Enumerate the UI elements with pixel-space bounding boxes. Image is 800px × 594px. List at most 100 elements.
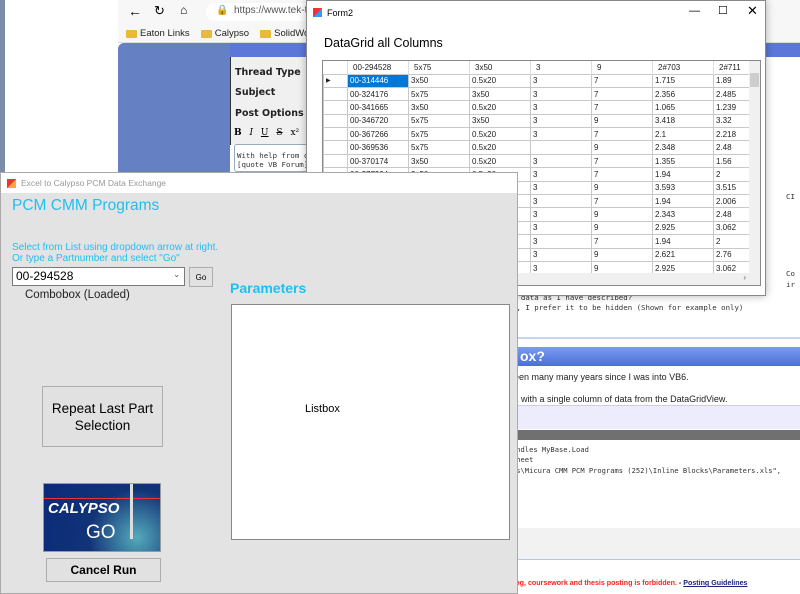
table-cell[interactable]: 3 [530,86,592,102]
table-cell[interactable]: 3.515 [713,180,752,196]
table-cell[interactable]: 2.356 [652,86,714,102]
close-icon[interactable]: ✕ [747,3,758,19]
table-cell[interactable]: 5x75 [408,140,470,155]
table-cell[interactable]: 7 [591,100,653,115]
row-header[interactable] [323,113,348,129]
back-icon[interactable]: ← [128,3,142,19]
table-cell[interactable]: 2.48 [713,207,752,222]
table-cell[interactable]: 7 [591,234,653,249]
home-icon[interactable]: ⌂ [180,3,187,17]
post-editor[interactable]: With help from c [quote VB Forum] [234,144,314,172]
table-cell[interactable]: 9 [591,220,653,236]
table-cell[interactable]: 3 [530,113,592,129]
column-header[interactable]: 3 [530,61,592,74]
table-cell[interactable]: 9 [591,140,653,155]
table-cell[interactable]: 1.94 [652,194,714,209]
table-cell[interactable]: 9 [591,113,653,129]
table-cell[interactable]: 3x50 [408,100,470,115]
vertical-scrollbar[interactable] [749,61,760,274]
table-cell[interactable]: 1.355 [652,153,714,169]
table-cell[interactable]: 9 [591,180,653,196]
column-header[interactable]: 9 [591,61,653,74]
table-cell[interactable]: 0.5x20 [469,127,531,142]
table-cell[interactable]: 7 [591,194,653,209]
column-header[interactable]: 5x75 [408,61,470,74]
table-cell[interactable]: 3 [530,247,592,262]
table-cell[interactable]: 7 [591,73,653,88]
table-cell[interactable]: 2.485 [713,86,752,102]
table-cell[interactable]: 1.94 [652,167,714,182]
strike-button[interactable]: S [276,128,282,138]
table-row[interactable]: 00-370174 3x50 0.5x20 3 7 1.355 1.56 [323,153,752,169]
bookmark[interactable]: Eaton Links [126,24,190,43]
table-row[interactable]: 00-324176 5x75 3x50 3 7 2.356 2.485 [323,86,752,102]
table-cell[interactable]: 2.48 [713,140,752,155]
table-cell[interactable]: 3x50 [408,73,470,88]
table-cell[interactable]: 3 [530,73,592,88]
column-header[interactable]: 2#711 [713,61,752,74]
parameters-listbox[interactable]: Listbox [231,304,510,540]
table-cell[interactable]: 3 [530,194,592,209]
table-cell[interactable]: 3.062 [713,220,752,236]
table-cell[interactable]: 2 [713,167,752,182]
table-cell[interactable]: 1.89 [713,73,752,88]
partnumber-combobox[interactable]: 00-294528 ⌄ [12,267,185,286]
table-cell[interactable]: 3 [530,207,592,222]
table-cell[interactable]: 0.5x20 [469,140,531,155]
table-cell[interactable]: 2.1 [652,127,714,142]
table-row[interactable]: ▶ 00-314446 3x50 0.5x20 3 7 1.715 1.89 [323,73,752,88]
table-cell[interactable]: 0.5x20 [469,100,531,115]
table-cell[interactable]: 5x75 [408,86,470,102]
table-cell[interactable]: 2.343 [652,207,714,222]
bookmark[interactable]: Calypso [200,24,249,43]
table-cell[interactable]: 2.76 [713,247,752,262]
table-cell[interactable]: 9 [591,247,653,262]
table-cell[interactable]: 7 [591,153,653,169]
table-cell[interactable]: 3.32 [713,113,752,129]
maximize-icon[interactable]: ☐ [718,4,728,17]
table-cell[interactable]: 2.006 [713,194,752,209]
table-cell[interactable]: 3 [530,167,592,182]
table-cell[interactable]: 00-367266 [347,127,409,142]
underline-button[interactable]: U [261,128,269,138]
repeat-last-part-button[interactable]: Repeat Last Part Selection [42,386,163,447]
table-cell[interactable]: 00-369536 [347,140,409,155]
table-cell[interactable]: 00-324176 [347,86,409,102]
refresh-icon[interactable]: ↻ [154,3,165,19]
scroll-thumb[interactable] [750,73,759,87]
table-cell[interactable]: 1.065 [652,100,714,115]
table-cell[interactable]: 2.925 [652,220,714,236]
table-cell[interactable]: 7 [591,167,653,182]
table-cell[interactable]: 00-341665 [347,100,409,115]
row-header[interactable] [323,100,348,115]
row-header[interactable] [323,153,348,169]
table-cell[interactable]: 3 [530,127,592,142]
row-header[interactable] [323,127,348,142]
column-header[interactable]: 3x50 [469,61,531,74]
table-cell[interactable]: 3 [530,220,592,236]
table-cell[interactable]: 3x50 [469,86,531,102]
table-cell[interactable]: 2.218 [713,127,752,142]
table-cell[interactable]: 5x75 [408,113,470,129]
table-cell[interactable]: 2.621 [652,247,714,262]
go-button[interactable]: Go [189,267,213,287]
table-cell[interactable]: 5x75 [408,127,470,142]
minimize-icon[interactable]: — [689,5,700,17]
cancel-run-button[interactable]: Cancel Run [46,558,161,582]
table-cell[interactable]: 7 [591,127,653,142]
table-cell[interactable]: 3 [530,153,592,169]
table-cell[interactable]: 2 [713,234,752,249]
table-cell[interactable]: 2.348 [652,140,714,155]
table-cell[interactable]: 9 [591,207,653,222]
table-cell[interactable]: 0.5x20 [469,73,531,88]
table-cell[interactable]: 3 [530,180,592,196]
table-cell[interactable]: 1.94 [652,234,714,249]
row-header[interactable]: ▶ [323,73,348,88]
column-header[interactable]: 2#703 [652,61,714,74]
table-cell[interactable]: 3.593 [652,180,714,196]
table-cell[interactable]: 00-314446 [347,73,409,88]
table-cell[interactable]: 00-346720 [347,113,409,129]
posting-guidelines-link[interactable]: Posting Guidelines [683,579,747,587]
table-cell[interactable]: 3 [530,100,592,115]
table-cell[interactable]: 3x50 [469,113,531,129]
